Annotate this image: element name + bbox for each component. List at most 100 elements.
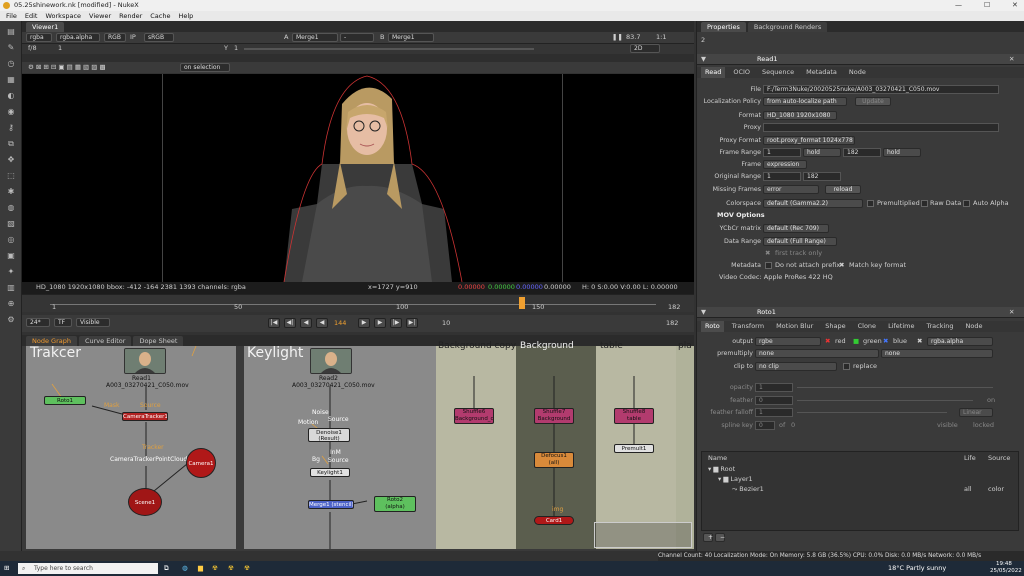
input-op-dropdown[interactable]: - — [340, 33, 374, 42]
tab-properties[interactable]: Properties — [701, 22, 746, 32]
node-cameratracker1[interactable]: CameraTracker1 — [122, 412, 168, 421]
clock-time[interactable]: 19:48 — [996, 561, 1012, 568]
tab-ocio[interactable]: OCIO — [729, 67, 754, 78]
no-prefix-checkbox[interactable] — [765, 262, 772, 269]
menu-cache[interactable]: Cache — [150, 11, 170, 21]
tree-layer1[interactable]: ▾ ▆ Layer1 — [718, 475, 753, 484]
gamma-value[interactable]: 1 — [234, 44, 238, 53]
green-checkbox[interactable]: ■ — [853, 337, 859, 346]
close-icon[interactable]: ✕ — [1012, 0, 1018, 11]
viewer-settings-icon[interactable]: ⚙ ⊠ ⊞ ⊟ ▣ ▤ ▦ ▧ ▨ ▩ — [28, 63, 106, 72]
localization-dropdown[interactable]: from auto-localize path — [763, 97, 847, 106]
input-b-dropdown[interactable]: Merge1 — [388, 33, 434, 42]
tab-metadata[interactable]: Metadata — [802, 67, 841, 78]
toolsets-icon[interactable]: ▧ — [5, 219, 17, 229]
tab-roto-node[interactable]: Node — [962, 321, 987, 332]
viewer-canvas[interactable] — [22, 74, 694, 282]
color-icon[interactable]: ◐ — [5, 91, 17, 101]
start-icon[interactable]: ⊞ — [4, 564, 9, 573]
node-roto1[interactable]: Roto1 — [44, 396, 86, 405]
edge-icon[interactable]: ◍ — [182, 564, 188, 573]
tf-dropdown[interactable]: TF — [54, 318, 72, 327]
ip-label[interactable]: IP — [130, 33, 136, 42]
image-icon[interactable]: ▤ — [5, 27, 17, 37]
node-premult1[interactable]: Premult1 — [614, 444, 654, 453]
lut-dropdown[interactable]: sRGB — [144, 33, 174, 42]
replace-checkbox[interactable] — [843, 363, 850, 370]
menu-render[interactable]: Render — [119, 11, 142, 21]
other-icon[interactable]: ◎ — [5, 235, 17, 245]
furnace-icon[interactable]: ▣ — [5, 251, 17, 261]
tab-tracking[interactable]: Tracking — [922, 321, 957, 332]
frame-range-end-mode[interactable]: hold — [883, 148, 921, 157]
frame-value[interactable]: 1 — [58, 44, 62, 53]
alpha-dropdown[interactable]: rgba.alpha — [56, 33, 100, 42]
add-shape-button[interactable]: + — [703, 533, 713, 542]
tab-background-renders[interactable]: Background Renders — [747, 22, 828, 32]
deep-icon[interactable]: ▥ — [5, 283, 17, 293]
on-selection-dropdown[interactable]: on selection — [180, 63, 230, 72]
feather-falloff-dropdown[interactable]: Linear — [959, 408, 993, 417]
merge-icon[interactable]: ⧉ — [5, 139, 17, 149]
timeline[interactable]: 1 50 100 150 182 — [22, 294, 694, 312]
node-graph-canvas[interactable]: Trakcer Keylight Background copy Backgro… — [22, 341, 694, 551]
input-a-dropdown[interactable]: Merge1 — [292, 33, 338, 42]
weather-text[interactable]: 18°C Partly sunny — [888, 564, 946, 573]
alpha-dropdown[interactable]: rgba.alpha — [927, 337, 993, 346]
collapse-icon[interactable]: ▼ — [701, 55, 706, 64]
settings-icon[interactable]: ⚙ — [5, 315, 17, 325]
fps-dropdown[interactable]: 24* — [26, 318, 50, 327]
zoom-value[interactable]: 83.7 — [626, 33, 640, 42]
node-roto2[interactable]: Roto2 (alpha) — [374, 496, 416, 512]
node-shuffle6[interactable]: Shuffle6 Background_copy_2 — [454, 408, 494, 424]
node-keylight1[interactable]: Keylight1 — [310, 468, 350, 477]
roto-close-icon[interactable]: ✕ — [1009, 308, 1014, 317]
play-back-button[interactable]: ◀ — [316, 318, 328, 328]
premultiply-dropdown[interactable]: none — [755, 349, 879, 358]
visible-dropdown[interactable]: Visible — [76, 318, 110, 327]
nuke-icon[interactable]: ☢ — [212, 564, 218, 573]
feather-slider[interactable] — [797, 400, 973, 401]
menu-help[interactable]: Help — [178, 11, 193, 21]
premultiply-dropdown-2[interactable]: none — [881, 349, 993, 358]
read1-node-name[interactable]: Read1 — [757, 55, 777, 64]
node-scene1[interactable]: Scene1 — [128, 488, 162, 516]
frame-range-start[interactable]: 1 — [763, 148, 801, 157]
gamma-slider[interactable] — [244, 48, 534, 50]
format-dropdown[interactable]: HD_1080 1920x1080 — [763, 111, 837, 120]
taskbar-search[interactable]: ⌕ Type here to search — [18, 563, 158, 574]
node-shuffle8[interactable]: Shuffle8 table — [614, 408, 654, 424]
draw-icon[interactable]: ✎ — [5, 43, 17, 53]
clock-date[interactable]: 25/05/2022 — [990, 568, 1022, 575]
first-track-checkbox[interactable]: ✖ — [765, 249, 770, 258]
nuke-icon-3[interactable]: ☢ — [244, 564, 250, 573]
ycbcr-dropdown[interactable]: default (Rec 709) — [763, 224, 829, 233]
feather-field[interactable]: 0 — [755, 396, 793, 405]
prev-frame-button[interactable]: ◀ — [300, 318, 312, 328]
pause-icon[interactable]: ❚❚ — [612, 33, 623, 42]
red-checkbox[interactable]: ✖ — [825, 337, 830, 346]
explorer-icon[interactable]: ▆ — [198, 564, 203, 573]
reload-button[interactable]: reload — [825, 185, 861, 194]
feather-falloff-field[interactable]: 1 — [755, 408, 793, 417]
frame-range-end[interactable]: 182 — [843, 148, 881, 157]
transform-icon[interactable]: ✥ — [5, 155, 17, 165]
tab-read[interactable]: Read — [701, 67, 726, 78]
last-frame-button[interactable]: ▶| — [406, 318, 418, 328]
3d-icon[interactable]: ⬚ — [5, 171, 17, 181]
tab-lifetime[interactable]: Lifetime — [884, 321, 918, 332]
original-range-start[interactable]: 1 — [763, 172, 801, 181]
colorspace-dropdown[interactable]: default (Gamma2.2) — [763, 199, 863, 208]
roto1-node-name[interactable]: Roto1 — [757, 308, 776, 317]
maximize-icon[interactable]: ☐ — [984, 0, 990, 11]
timeline-track[interactable] — [50, 304, 656, 305]
tab-node[interactable]: Node — [845, 67, 870, 78]
update-button[interactable]: Update — [855, 97, 891, 106]
raw-data-checkbox[interactable] — [921, 200, 928, 207]
metadata-icon[interactable]: ◍ — [5, 203, 17, 213]
tab-roto[interactable]: Roto — [701, 321, 724, 332]
file-field[interactable]: F:/Term3Nuke/20020525nuke/A003_03270421_… — [763, 85, 999, 94]
auto-alpha-checkbox[interactable] — [963, 200, 970, 207]
tree-root[interactable]: ▾ ▆ Root — [708, 465, 735, 474]
node-shuffle7[interactable]: Shuffle7 Background — [534, 408, 574, 424]
